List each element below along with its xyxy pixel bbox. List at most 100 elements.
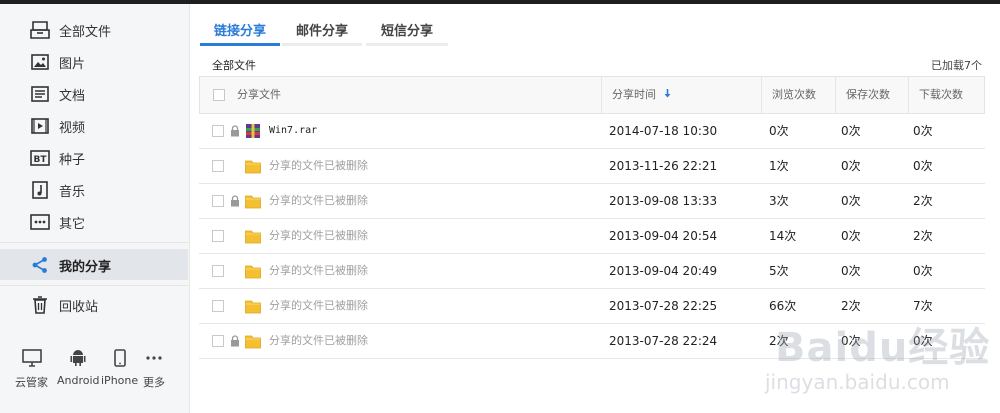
row-checkbox[interactable]	[212, 160, 224, 172]
share-time: 2013-09-08 13:33	[609, 194, 718, 208]
row-checkbox[interactable]	[212, 230, 224, 242]
sidebar-item-documents[interactable]: 文档	[0, 78, 188, 109]
tab-sms-share[interactable]: 短信分享	[366, 14, 448, 46]
image-icon	[30, 52, 50, 72]
svg-text:BT: BT	[34, 155, 48, 165]
file-name: 分享的文件已被删除	[269, 159, 368, 172]
share-time: 2013-09-04 20:49	[609, 264, 718, 278]
breadcrumb[interactable]: 全部文件	[212, 57, 256, 73]
device-label: 更多	[143, 376, 165, 389]
sidebar-item-label: 图片	[59, 57, 86, 72]
share-time: 2014-07-18 10:30	[609, 124, 718, 138]
sidebar-item-recycle-bin[interactable]: 回收站	[0, 289, 188, 320]
row-checkbox[interactable]	[212, 195, 224, 207]
tab-label: 链接分享	[213, 24, 266, 39]
tab-link-share[interactable]: 链接分享	[200, 14, 280, 46]
row-checkbox[interactable]	[212, 265, 224, 277]
file-name: 分享的文件已被删除	[269, 299, 368, 312]
folder-icon	[245, 335, 261, 349]
lock-icon	[231, 335, 239, 347]
sort-down-icon	[664, 77, 671, 113]
sidebar: 全部文件 图片 文档 视频 BT 种子 音乐 其它 我的分享 回收站 云管家 A…	[0, 4, 190, 413]
document-icon	[30, 84, 50, 104]
sidebar-item-label: 全部文件	[59, 25, 112, 40]
device-cloud-manager[interactable]: 云管家	[15, 348, 48, 390]
sidebar-item-all-files[interactable]: 全部文件	[0, 14, 188, 45]
share-time: 2013-09-04 20:54	[609, 229, 718, 243]
sidebar-item-my-share[interactable]: 我的分享	[0, 249, 188, 280]
android-icon	[67, 348, 89, 368]
sidebar-item-videos[interactable]: 视频	[0, 110, 188, 141]
view-count: 3次	[769, 194, 789, 208]
column-header-downloads: 下载次数	[919, 88, 963, 101]
bt-icon: BT	[30, 148, 50, 168]
tab-label: 邮件分享	[295, 24, 348, 39]
sidebar-item-label: 文档	[59, 89, 86, 104]
folder-icon	[245, 230, 261, 244]
download-count: 2次	[913, 194, 933, 208]
sidebar-item-label: 其它	[59, 217, 86, 232]
folder-icon	[245, 265, 261, 279]
row-checkbox[interactable]	[212, 335, 224, 347]
save-count: 0次	[841, 264, 861, 278]
device-android[interactable]: Android	[57, 348, 100, 387]
iphone-icon	[109, 348, 131, 368]
folder-icon	[245, 160, 261, 174]
table-row[interactable]: 分享的文件已被删除 2013-09-08 13:33 3次 0次 2次	[199, 184, 985, 219]
file-name[interactable]: Win7.rar	[269, 114, 317, 148]
monitor-icon	[21, 348, 43, 368]
video-icon	[30, 116, 50, 136]
file-name: 分享的文件已被删除	[269, 229, 368, 242]
sidebar-item-other[interactable]: 其它	[0, 206, 188, 237]
folder-icon	[245, 300, 261, 314]
save-count: 0次	[841, 159, 861, 173]
view-count: 14次	[769, 229, 797, 243]
sidebar-item-label: 我的分享	[59, 260, 112, 275]
more-icon	[143, 348, 165, 368]
view-count: 1次	[769, 159, 789, 173]
row-checkbox[interactable]	[212, 300, 224, 312]
column-divider	[908, 77, 909, 113]
download-count: 0次	[913, 264, 933, 278]
tab-underline	[282, 43, 362, 46]
share-time: 2013-07-28 22:24	[609, 334, 718, 348]
row-checkbox[interactable]	[212, 125, 224, 137]
select-all-checkbox[interactable]	[213, 89, 225, 101]
file-name: 分享的文件已被删除	[269, 264, 368, 277]
sidebar-item-music[interactable]: 音乐	[0, 174, 188, 205]
table-row[interactable]: 分享的文件已被删除 2013-11-26 22:21 1次 0次 0次	[199, 149, 985, 184]
column-header-time-label: 分享时间	[612, 88, 656, 101]
column-header-saves: 保存次数	[846, 88, 890, 101]
other-icon	[30, 212, 50, 232]
tab-email-share[interactable]: 邮件分享	[282, 14, 362, 46]
download-count: 0次	[913, 124, 933, 138]
sidebar-item-label: 音乐	[59, 185, 86, 200]
column-header-views: 浏览次数	[772, 88, 816, 101]
tab-label: 短信分享	[380, 24, 433, 39]
table-row[interactable]: 分享的文件已被删除 2013-09-04 20:54 14次 0次 2次	[199, 219, 985, 254]
table-row[interactable]: 分享的文件已被删除 2013-09-04 20:49 5次 0次 0次	[199, 254, 985, 289]
divider	[0, 285, 188, 286]
column-divider	[601, 77, 602, 113]
file-name: 分享的文件已被删除	[269, 194, 368, 207]
device-label: 云管家	[15, 376, 48, 389]
sidebar-item-torrents[interactable]: BT 种子	[0, 142, 188, 173]
lock-icon	[231, 125, 239, 137]
column-divider	[835, 77, 836, 113]
device-more[interactable]: 更多	[143, 348, 165, 390]
tab-underline	[366, 43, 448, 46]
download-count: 0次	[913, 159, 933, 173]
baidu-jingyan-watermark: Baidu经验 jingyan.baidu.com	[755, 295, 995, 405]
sidebar-item-label: 回收站	[59, 300, 99, 315]
watermark-url: jingyan.baidu.com	[765, 370, 950, 394]
folder-icon	[245, 195, 261, 209]
share-icon	[30, 255, 50, 275]
device-iphone[interactable]: iPhone	[101, 348, 138, 387]
lock-icon	[231, 195, 239, 207]
save-count: 0次	[841, 194, 861, 208]
divider	[0, 242, 188, 243]
sidebar-item-images[interactable]: 图片	[0, 46, 188, 77]
table-row[interactable]: Win7.rar 2014-07-18 10:30 0次 0次 0次	[199, 114, 985, 149]
column-header-file: 分享文件	[237, 88, 281, 101]
column-header-time[interactable]: 分享时间	[612, 77, 671, 113]
